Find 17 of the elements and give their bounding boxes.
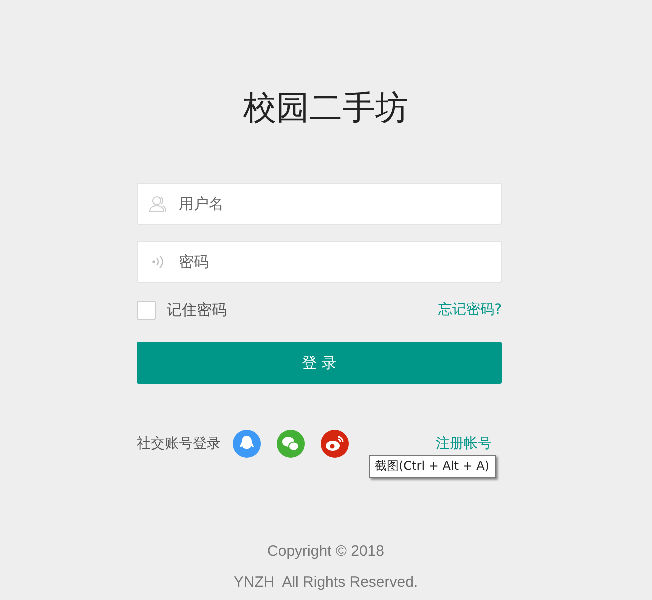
user-icon (148, 195, 166, 213)
username-field[interactable]: 用户名 (137, 183, 502, 225)
eye-waves-icon[interactable] (321, 430, 349, 458)
tooltip: 截图(Ctrl + Alt + A) (369, 455, 496, 478)
social-login-label: 社交账号登录 (137, 435, 221, 453)
chat-bubbles-icon[interactable] (277, 430, 305, 458)
remember-checkbox[interactable] (137, 300, 156, 320)
remember-label: 记住密码 (167, 300, 227, 320)
footer-text: Copyright © 2018 (266, 542, 386, 562)
footer-text: YNZH All Rights Reserved. (232, 573, 420, 593)
register-link[interactable]: 注册帐号 (436, 435, 492, 453)
penguin-icon[interactable] (233, 430, 261, 458)
site-title: 校园二手坊 (242, 87, 410, 128)
signal-icon (150, 253, 164, 271)
forgot-password-link[interactable]: 忘记密码? (438, 301, 502, 319)
password-field[interactable]: 密码 (137, 241, 502, 283)
login-button[interactable]: 登 录 (137, 342, 502, 384)
